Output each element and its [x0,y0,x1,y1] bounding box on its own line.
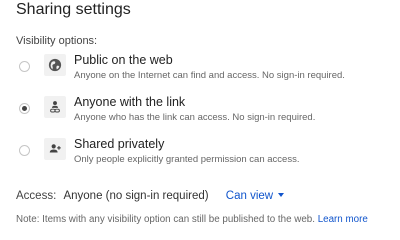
option-title: Anyone with the link [74,95,186,109]
access-row: Access: Anyone (no sign-in required) Can… [16,190,285,202]
visibility-options-label: Visibility options: [16,35,98,47]
publish-note: Note: Items with any visibility option c… [16,214,368,225]
permission-dropdown-label: Can view [225,190,274,202]
permission-dropdown[interactable]: Can view [225,190,285,202]
radio-anyone-with-link[interactable] [19,103,30,114]
visibility-option-anyone-with-link[interactable]: Anyone with the link Anyone who has the … [16,95,386,135]
option-title: Shared privately [74,137,165,151]
link-person-icon [44,96,66,118]
access-label: Access: [16,190,57,202]
option-description: Only people explicitly granted permissio… [74,154,300,165]
option-title: Public on the web [74,53,173,67]
people-icon [44,138,66,160]
radio-public[interactable] [19,61,30,72]
learn-more-link[interactable]: Learn more [318,214,368,225]
visibility-option-private[interactable]: Shared privately Only people explicitly … [16,137,386,177]
radio-private[interactable] [19,145,30,156]
option-description: Anyone who has the link can access. No s… [74,112,316,123]
note-text: Note: Items with any visibility option c… [16,214,315,225]
visibility-option-public[interactable]: Public on the web Anyone on the Internet… [16,53,386,93]
access-value: Anyone (no sign-in required) [63,190,209,202]
chevron-down-icon [278,192,285,197]
dialog-title: Sharing settings [16,1,131,18]
globe-icon [44,54,66,76]
option-description: Anyone on the Internet can find and acce… [74,70,345,81]
